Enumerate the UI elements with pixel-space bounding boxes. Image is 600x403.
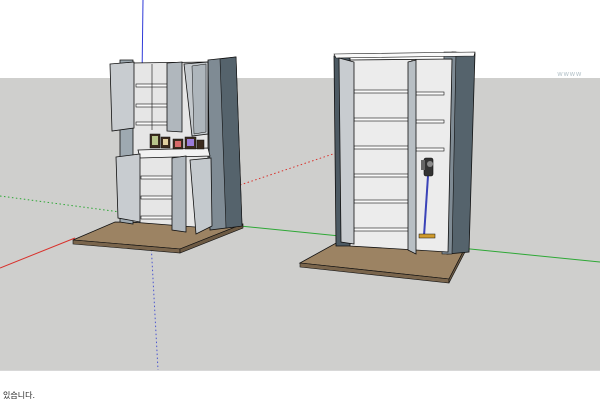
modeling-viewport[interactable] bbox=[0, 0, 600, 370]
counter bbox=[137, 147, 211, 159]
watermark: wwww bbox=[557, 70, 582, 78]
back-wall bbox=[349, 58, 453, 253]
ground-plane bbox=[0, 78, 600, 370]
status-text: 있습니다. bbox=[3, 391, 35, 400]
status-bar: 있습니다. bbox=[0, 370, 600, 403]
sky bbox=[0, 0, 600, 78]
